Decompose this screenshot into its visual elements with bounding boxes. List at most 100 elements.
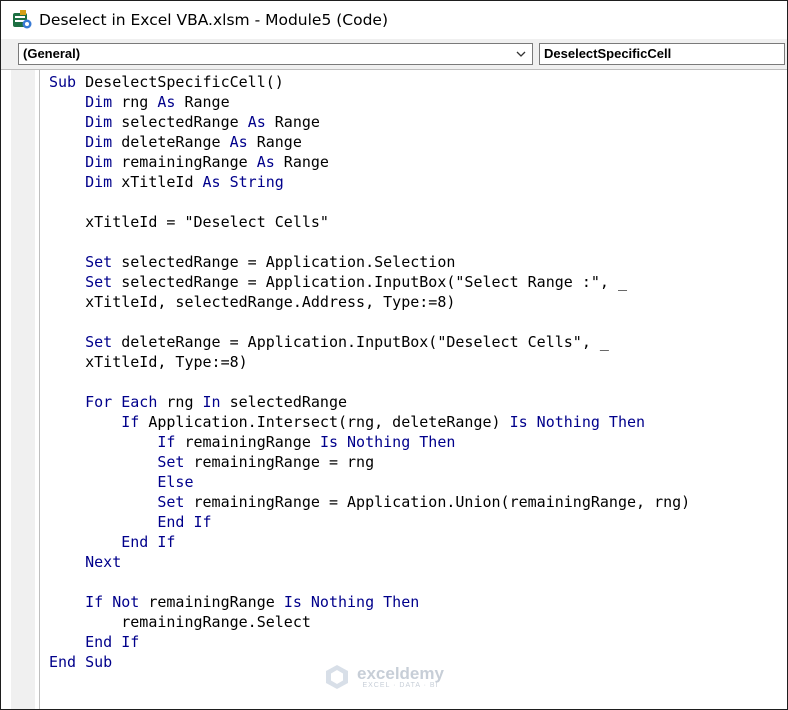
code-text: selectedRange = Application.Selection xyxy=(112,253,456,271)
code-line[interactable]: xTitleId = "Deselect Cells" xyxy=(49,212,787,232)
code-line[interactable] xyxy=(49,572,787,592)
code-line[interactable]: Dim selectedRange As Range xyxy=(49,112,787,132)
code-keyword: As xyxy=(229,133,248,151)
exceldemy-logo-icon xyxy=(326,665,348,689)
object-dropdown[interactable]: (General) xyxy=(18,43,533,65)
code-keyword: End If xyxy=(85,633,140,651)
title-bar[interactable]: Deselect in Excel VBA.xlsm - Module5 (Co… xyxy=(1,1,787,39)
code-text: remainingRange = Application.Union(remai… xyxy=(184,493,691,511)
code-line[interactable] xyxy=(49,232,787,252)
window-title: Deselect in Excel VBA.xlsm - Module5 (Co… xyxy=(39,11,389,29)
code-line[interactable]: If Application.Intersect(rng, deleteRang… xyxy=(49,412,787,432)
code-text: Range xyxy=(247,133,302,151)
code-keyword: If xyxy=(157,433,176,451)
code-line[interactable]: Set selectedRange = Application.Selectio… xyxy=(49,252,787,272)
code-keyword: Sub xyxy=(49,73,77,91)
code-text: Range xyxy=(274,153,329,171)
chevron-down-icon[interactable] xyxy=(516,49,526,59)
code-keyword: Set xyxy=(157,453,185,471)
code-keyword: Dim xyxy=(85,173,113,191)
code-text: Range xyxy=(175,93,230,111)
code-text: deleteRange = Application.InputBox("Dese… xyxy=(112,333,609,351)
code-line[interactable]: Next xyxy=(49,552,787,572)
code-line[interactable]: End If xyxy=(49,532,787,552)
code-keyword: As xyxy=(256,153,275,171)
code-text: selectedRange xyxy=(220,393,348,411)
code-keyword: Else xyxy=(157,473,194,491)
code-text: remainingRange = rng xyxy=(184,453,375,471)
code-line[interactable]: Else xyxy=(49,472,787,492)
code-keyword: Set xyxy=(157,493,185,511)
vba-code-window: Deselect in Excel VBA.xlsm - Module5 (Co… xyxy=(0,0,788,710)
code-text: xTitleId = "Deselect Cells" xyxy=(49,213,329,231)
code-keyword: As String xyxy=(202,173,284,191)
code-line[interactable]: Set deleteRange = Application.InputBox("… xyxy=(49,332,787,352)
code-keyword: As xyxy=(247,113,266,131)
procedure-dropdown[interactable]: DeselectSpecificCell xyxy=(539,43,785,65)
code-keyword: Dim xyxy=(85,153,113,171)
code-line[interactable] xyxy=(49,312,787,332)
code-keyword: End Sub xyxy=(49,653,113,671)
watermark-name: exceldemy xyxy=(357,664,444,683)
watermark-text: exceldemy EXCEL · DATA · BI xyxy=(357,665,444,689)
code-keyword: Is Nothing Then xyxy=(283,593,420,611)
object-dropdown-value: (General) xyxy=(23,46,81,61)
code-keyword: Is Nothing Then xyxy=(319,433,456,451)
code-line[interactable]: End If xyxy=(49,632,787,652)
vba-project-icon xyxy=(13,10,32,29)
code-keyword: For Each xyxy=(85,393,158,411)
code-line[interactable]: Dim xTitleId As String xyxy=(49,172,787,192)
code-line[interactable]: If Not remainingRange Is Nothing Then xyxy=(49,592,787,612)
watermark-tagline: EXCEL · DATA · BI xyxy=(362,682,439,689)
code-line[interactable]: xTitleId, Type:=8) xyxy=(49,352,787,372)
code-keyword: Is Nothing Then xyxy=(509,413,646,431)
code-keyword: As xyxy=(157,93,176,111)
code-line[interactable]: For Each rng In selectedRange xyxy=(49,392,787,412)
code-line[interactable]: Dim remainingRange As Range xyxy=(49,152,787,172)
code-text: remainingRange xyxy=(112,153,257,171)
code-line[interactable]: remainingRange.Select xyxy=(49,612,787,632)
code-line[interactable]: Set remainingRange = rng xyxy=(49,452,787,472)
code-line[interactable]: Dim rng As Range xyxy=(49,92,787,112)
code-keyword: In xyxy=(202,393,221,411)
code-line[interactable]: Sub DeselectSpecificCell() xyxy=(49,72,787,92)
code-line[interactable]: xTitleId, selectedRange.Address, Type:=8… xyxy=(49,292,787,312)
code-text: remainingRange xyxy=(139,593,284,611)
code-text: Application.Intersect(rng, deleteRange) xyxy=(139,413,510,431)
code-keyword: Dim xyxy=(85,113,113,131)
code-line[interactable]: Set remainingRange = Application.Union(r… xyxy=(49,492,787,512)
code-margin-indicator-bar[interactable] xyxy=(11,70,36,709)
code-keyword: Set xyxy=(85,333,113,351)
code-text: Range xyxy=(265,113,320,131)
code-text: DeselectSpecificCell() xyxy=(76,73,284,91)
code-line[interactable]: If remainingRange Is Nothing Then xyxy=(49,432,787,452)
code-line[interactable]: Set selectedRange = Application.InputBox… xyxy=(49,272,787,292)
code-keyword: End If xyxy=(121,533,176,551)
code-keyword: If Not xyxy=(85,593,140,611)
code-line[interactable] xyxy=(49,192,787,212)
code-text: selectedRange xyxy=(112,113,248,131)
code-line[interactable]: End If xyxy=(49,512,787,532)
code-text: remainingRange.Select xyxy=(49,613,311,631)
code-text: remainingRange xyxy=(175,433,320,451)
exceldemy-watermark: exceldemy EXCEL · DATA · BI xyxy=(323,663,444,691)
code-text: rng xyxy=(112,93,158,111)
code-text: deleteRange xyxy=(112,133,230,151)
code-editor[interactable]: Sub DeselectSpecificCell() Dim rng As Ra… xyxy=(49,72,787,709)
code-line[interactable]: Dim deleteRange As Range xyxy=(49,132,787,152)
code-line[interactable] xyxy=(49,372,787,392)
